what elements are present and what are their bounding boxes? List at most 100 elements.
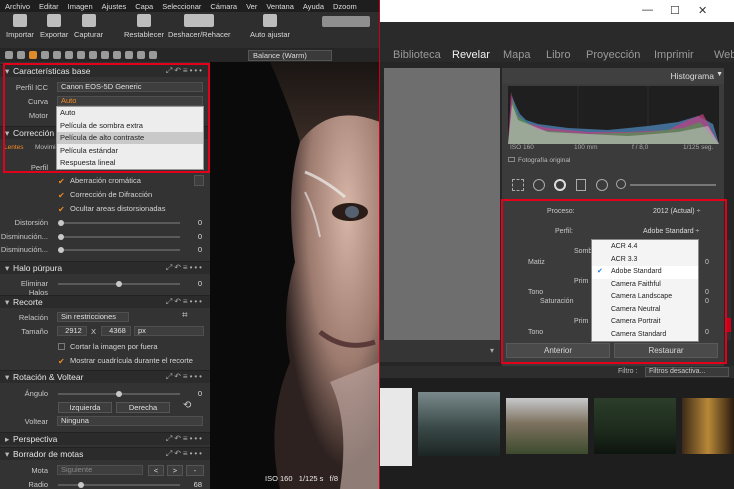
rotate-right-button[interactable]: Derecha (116, 402, 170, 413)
library-tab-icon[interactable] (5, 51, 13, 59)
module-libro[interactable]: Libro (546, 49, 570, 61)
spot-removal-header[interactable]: ▾ Borrador de motas ⤢↶≡••• (0, 447, 210, 460)
profile-option-camera-landscape[interactable]: Camera Landscape (592, 291, 698, 304)
show-grid-checkbox[interactable]: ✔ Mostrar cuadrícula durante el recorte (58, 356, 193, 366)
minimize-icon[interactable]: — (642, 4, 653, 16)
filmstrip-thumb-3[interactable] (506, 398, 588, 454)
original-photo-toggle[interactable]: Fotografía original (508, 157, 570, 164)
auto-adjust-button[interactable]: Auto ajustar (250, 14, 290, 39)
chromatic-aberration-checkbox[interactable]: ✔ Aberración cromática (58, 176, 141, 186)
styles-tab-icon[interactable] (149, 51, 157, 59)
adjustment-brush-slider[interactable] (630, 184, 716, 186)
capture-tab-icon[interactable] (17, 51, 25, 59)
crop-outside-checkbox[interactable]: Cortar la imagen por fuera (58, 342, 158, 351)
distortion-value[interactable]: 0 (186, 218, 202, 227)
profile-option-camera-faithful[interactable]: Camera Faithful (592, 279, 698, 292)
close-icon[interactable]: ✕ (698, 4, 707, 17)
slider-knob[interactable] (58, 234, 64, 240)
purple-fringe-header[interactable]: ▾ Halo púrpura ⤢↶≡••• (0, 261, 210, 274)
crop-width-input[interactable]: 2912 (57, 326, 87, 336)
remove-halos-value[interactable]: 0 (186, 279, 202, 288)
reset-button[interactable]: Restablecer (124, 14, 164, 39)
rotate-left-button[interactable]: Izquierda (58, 402, 112, 413)
profile-option-camera-neutral[interactable]: Camera Neutral (592, 304, 698, 317)
diffraction-checkbox[interactable]: ✔ Corrección de Difracción (58, 190, 152, 200)
exposure-tab-icon[interactable] (41, 51, 49, 59)
radius-slider[interactable] (58, 482, 180, 488)
menu-ventana[interactable]: Ventana (266, 2, 294, 11)
module-mapa[interactable]: Mapa (503, 49, 531, 61)
menu-seleccionar[interactable]: Seleccionar (162, 2, 201, 11)
develop-image-area[interactable] (384, 68, 500, 340)
module-imprimir[interactable]: Imprimir (654, 49, 694, 61)
menu-ayuda[interactable]: Ayuda (303, 2, 324, 11)
menu-archivo[interactable]: Archivo (5, 2, 30, 11)
distortion-slider[interactable] (58, 220, 180, 226)
module-revelar[interactable]: Revelar (452, 49, 490, 61)
composition-tab-icon[interactable] (65, 51, 73, 59)
falloff2-slider[interactable] (58, 247, 180, 253)
section-actions-icon[interactable]: ⤢↶≡••• (166, 296, 204, 308)
cursor-tools[interactable] (322, 16, 370, 30)
profile-option-camera-standard[interactable]: Camera Standard (592, 329, 698, 342)
red-eye-icon[interactable] (554, 179, 566, 191)
ratio-select[interactable]: Sin restricciones (57, 312, 129, 322)
menu-capa[interactable]: Capa (135, 2, 153, 11)
falloff2-value[interactable]: 0 (186, 245, 202, 254)
section-actions-icon[interactable]: ⤢↶≡••• (166, 371, 204, 383)
spot-prev-button[interactable]: < (148, 465, 164, 476)
filmstrip-thumb-4[interactable] (594, 398, 676, 454)
profile-option-acr44[interactable]: ACR 4.4 (592, 241, 698, 254)
undo-redo-button[interactable]: Deshacer/Rehacer (168, 14, 231, 39)
lens-tab-icon[interactable] (53, 51, 61, 59)
filmstrip-thumb-1[interactable] (380, 388, 412, 466)
profile-option-adobe-standard[interactable]: ✔ Adobe Standard (592, 266, 698, 279)
section-actions-icon[interactable]: ⤢↶≡••• (166, 448, 204, 460)
image-viewer[interactable] (210, 62, 380, 489)
menu-imagen[interactable]: Imagen (68, 2, 93, 11)
hide-distorted-checkbox[interactable]: ✔ Ocultar areas distorsionadas (58, 204, 165, 214)
filter-select[interactable]: Filtros desactiva... (645, 367, 729, 377)
crop-overlay-icon[interactable] (512, 179, 524, 191)
batch-tab-icon[interactable] (137, 51, 145, 59)
slider-knob[interactable] (58, 247, 64, 253)
menu-editar[interactable]: Editar (39, 2, 59, 11)
menu-camara[interactable]: Cámara (210, 2, 237, 11)
toolbar-dropdown-icon[interactable]: ▾ (490, 346, 494, 355)
import-button[interactable]: Importar (6, 14, 34, 39)
capture-button[interactable]: Capturar (74, 14, 103, 39)
module-biblioteca[interactable]: Biblioteca (393, 49, 441, 61)
section-actions-icon[interactable]: ⤢↶≡••• (166, 262, 204, 274)
export-button[interactable]: Exportar (40, 14, 68, 39)
menu-ajustes[interactable]: Ajustes (102, 2, 127, 11)
spot-removal-icon[interactable] (533, 179, 545, 191)
module-proyeccion[interactable]: Proyección (586, 49, 640, 61)
balance-select[interactable]: Balance (Warm) (248, 50, 332, 61)
radial-filter-icon[interactable] (596, 179, 608, 191)
filmstrip-thumb-5[interactable] (682, 398, 734, 454)
adjust-tab-icon[interactable] (101, 51, 109, 59)
crop-tool-icon[interactable]: ⌗ (182, 310, 188, 321)
angle-slider[interactable] (58, 391, 180, 397)
local-tab-icon[interactable] (89, 51, 97, 59)
flip-select[interactable]: Ninguna (57, 416, 203, 426)
falloff1-value[interactable]: 0 (186, 232, 202, 241)
spot-remove-button[interactable]: - (186, 465, 204, 476)
remove-halos-slider[interactable] (58, 281, 180, 287)
straighten-icon[interactable]: ⟲ (183, 400, 191, 411)
crop-height-input[interactable]: 4368 (101, 326, 131, 336)
spot-next-button[interactable]: > (167, 465, 183, 476)
filmstrip-thumb-2[interactable] (418, 392, 500, 456)
profile-option-camera-portrait[interactable]: Camera Portrait (592, 316, 698, 329)
unit-select[interactable]: px (134, 326, 204, 336)
graduated-filter-icon[interactable] (576, 179, 586, 191)
slider-knob[interactable] (78, 482, 84, 488)
histogram-header[interactable]: Histograma ▼ (502, 68, 724, 84)
module-web[interactable]: Web (714, 49, 734, 61)
perspective-header[interactable]: ▸ Perspectiva ⤢↶≡••• (0, 432, 210, 445)
slider-knob[interactable] (116, 281, 122, 287)
falloff1-slider[interactable] (58, 234, 180, 240)
slider-knob[interactable] (116, 391, 122, 397)
metadata-tab-icon[interactable] (113, 51, 121, 59)
details-tab-icon[interactable] (77, 51, 85, 59)
